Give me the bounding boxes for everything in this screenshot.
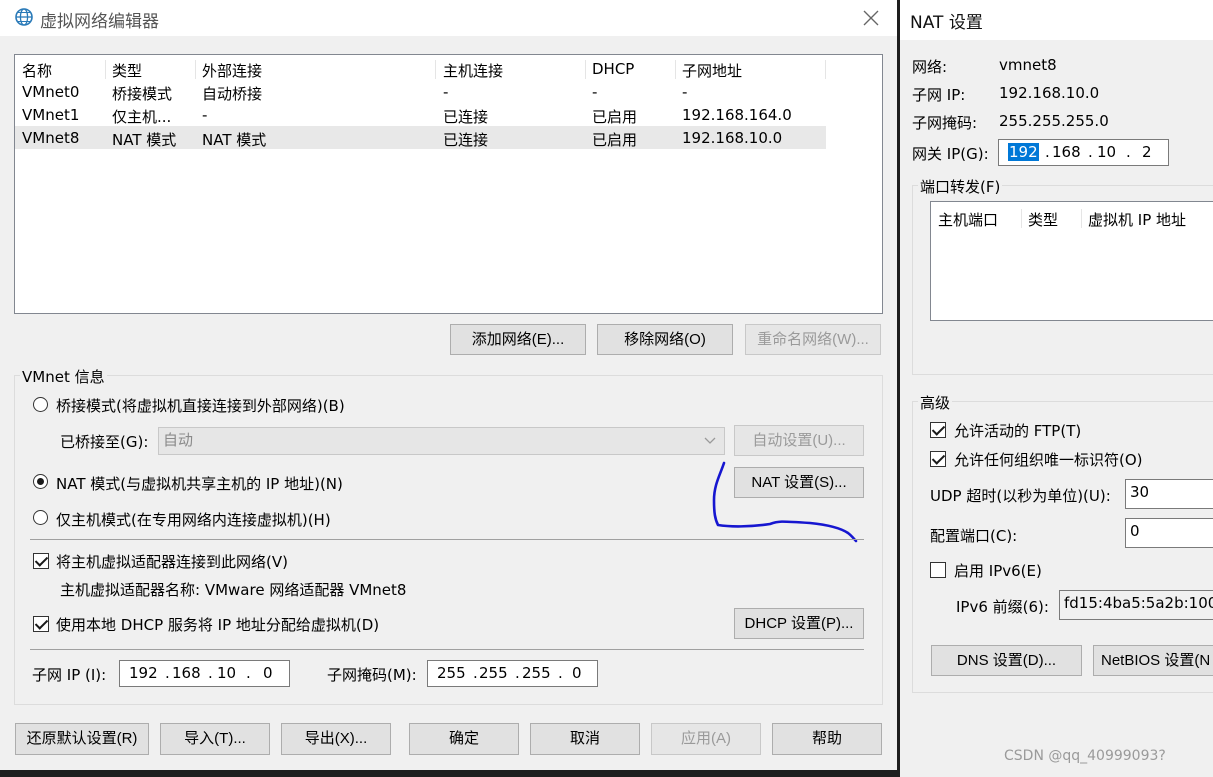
subnet-mask-input[interactable]: 255 . 255 . 255 . 0 xyxy=(427,660,598,687)
nat-title: NAT 设置 xyxy=(910,13,983,33)
nat-titlebar: NAT 设置 xyxy=(900,0,1213,40)
help-button[interactable]: 帮助 xyxy=(772,723,882,755)
nat-radio[interactable] xyxy=(33,474,48,489)
subnet-ip-input[interactable]: 192 . 168 . 10 . 0 xyxy=(119,660,290,687)
config-port-label: 配置端口(C): xyxy=(930,527,1018,545)
enable-ipv6-checkbox[interactable] xyxy=(930,562,946,578)
use-dhcp-label[interactable]: 使用本地 DHCP 服务将 IP 地址分配给虚拟机(D) xyxy=(56,614,379,635)
subnet-mask-label: 子网掩码(M): xyxy=(327,666,417,684)
divider xyxy=(30,649,864,650)
gateway-ip-input[interactable]: 192 . 168 . 10 . 2 xyxy=(998,139,1169,166)
col-header-name[interactable]: 名称 xyxy=(22,60,52,81)
nat-subnet-mask-label: 子网掩码: xyxy=(912,114,978,132)
network-value: vmnet8 xyxy=(999,56,1057,74)
table-row[interactable]: VMnet1 仅主机... - 已连接 已启用 192.168.164.0 xyxy=(15,103,882,126)
port-forward-list[interactable]: 主机端口 类型 虚拟机 IP 地址 xyxy=(930,201,1213,321)
config-port-input[interactable]: 0 xyxy=(1125,518,1213,548)
bridged-to-select[interactable]: 自动 xyxy=(158,427,725,455)
auto-settings-button[interactable]: 自动设置(U)... xyxy=(734,425,864,456)
divider xyxy=(30,539,864,540)
watermark-text: CSDN @qq_40999093? xyxy=(1004,748,1166,764)
col-header-host-port[interactable]: 主机端口 xyxy=(938,209,998,230)
bridged-radio[interactable] xyxy=(33,397,48,412)
ipv6-prefix-input[interactable]: fd15:4ba5:5a2b:1008 xyxy=(1059,590,1213,620)
nat-subnet-ip-value: 192.168.10.0 xyxy=(999,84,1100,102)
col-header-subnet[interactable]: 子网地址 xyxy=(682,60,742,81)
table-row-selected[interactable]: VMnet8 NAT 模式 NAT 模式 已连接 已启用 192.168.10.… xyxy=(15,126,826,149)
vmnet-info-label: VMnet 信息 xyxy=(20,366,107,387)
host-only-label[interactable]: 仅主机模式(在专用网络内连接虚拟机)(H) xyxy=(56,509,331,530)
dhcp-settings-button[interactable]: DHCP 设置(P)... xyxy=(734,608,864,639)
nat-subnet-mask-value: 255.255.255.0 xyxy=(999,112,1109,130)
add-network-button[interactable]: 添加网络(E)... xyxy=(450,324,586,355)
allow-oui-checkbox[interactable] xyxy=(930,451,946,467)
editor-titlebar: 虚拟网络编辑器 xyxy=(0,0,897,36)
col-header-host[interactable]: 主机连接 xyxy=(443,60,503,81)
adapter-name-text: 主机虚拟适配器名称: VMware 网络适配器 VMnet8 xyxy=(60,581,407,599)
enable-ipv6-label[interactable]: 启用 IPv6(E) xyxy=(954,560,1042,581)
allow-ftp-label[interactable]: 允许活动的 FTP(T) xyxy=(954,420,1081,441)
network-list[interactable]: 名称 类型 外部连接 主机连接 DHCP 子网地址 VMnet0 桥接模式 自动… xyxy=(14,54,883,314)
bottom-strip xyxy=(0,770,900,777)
remove-network-button[interactable]: 移除网络(O) xyxy=(597,324,733,355)
connect-adapter-label[interactable]: 将主机虚拟适配器连接到此网络(V) xyxy=(56,551,288,572)
network-list-header: 名称 类型 外部连接 主机连接 DHCP 子网地址 xyxy=(15,57,882,80)
connect-adapter-checkbox[interactable] xyxy=(33,553,49,569)
col-header-dhcp[interactable]: DHCP xyxy=(592,60,634,78)
advanced-label: 高级 xyxy=(918,392,953,413)
netbios-settings-button[interactable]: NetBIOS 设置(N xyxy=(1093,645,1213,676)
ok-button[interactable]: 确定 xyxy=(409,723,519,755)
udp-timeout-input[interactable]: 30 xyxy=(1125,479,1213,509)
col-header-type[interactable]: 类型 xyxy=(112,60,142,81)
restore-defaults-button[interactable]: 还原默认设置(R) xyxy=(15,723,149,755)
nat-subnet-ip-label: 子网 IP: xyxy=(912,86,966,104)
virtual-network-editor-window: 虚拟网络编辑器 名称 类型 外部连接 主机连接 DHCP 子网地址 VMnet0… xyxy=(0,0,897,770)
cancel-button[interactable]: 取消 xyxy=(530,723,640,755)
bridged-label[interactable]: 桥接模式(将虚拟机直接连接到外部网络)(B) xyxy=(56,395,345,416)
editor-title: 虚拟网络编辑器 xyxy=(40,12,159,32)
import-button[interactable]: 导入(T)... xyxy=(160,723,270,755)
export-button[interactable]: 导出(X)... xyxy=(281,723,391,755)
dns-settings-button[interactable]: DNS 设置(D)... xyxy=(931,645,1082,676)
globe-icon xyxy=(15,8,33,26)
gateway-label: 网关 IP(G): xyxy=(912,145,989,163)
annotation-stroke xyxy=(712,461,858,543)
udp-timeout-label: UDP 超时(以秒为单位)(U): xyxy=(930,487,1111,505)
nat-label[interactable]: NAT 模式(与虚拟机共享主机的 IP 地址)(N) xyxy=(56,473,343,494)
bridged-to-label: 已桥接至(G): xyxy=(60,433,149,451)
nat-settings-window: NAT 设置 网络: vmnet8 子网 IP: 192.168.10.0 子网… xyxy=(900,0,1213,777)
use-dhcp-checkbox[interactable] xyxy=(33,616,49,632)
chevron-down-icon xyxy=(704,437,716,444)
port-forward-label: 端口转发(F) xyxy=(918,176,1003,197)
col-header-external[interactable]: 外部连接 xyxy=(202,60,262,81)
rename-network-button[interactable]: 重命名网络(W)... xyxy=(745,324,881,355)
apply-button[interactable]: 应用(A) xyxy=(651,723,761,755)
col-header-vm-ip[interactable]: 虚拟机 IP 地址 xyxy=(1088,209,1186,230)
close-icon[interactable] xyxy=(862,9,880,27)
host-only-radio[interactable] xyxy=(33,510,48,525)
table-row[interactable]: VMnet0 桥接模式 自动桥接 - - - xyxy=(15,80,882,103)
network-label: 网络: xyxy=(912,58,948,76)
ipv6-prefix-label: IPv6 前缀(6): xyxy=(956,598,1049,616)
col-header-type[interactable]: 类型 xyxy=(1028,209,1058,230)
allow-ftp-checkbox[interactable] xyxy=(930,422,946,438)
allow-oui-label[interactable]: 允许任何组织唯一标识符(O) xyxy=(954,449,1143,470)
subnet-ip-label: 子网 IP (I): xyxy=(32,666,107,684)
